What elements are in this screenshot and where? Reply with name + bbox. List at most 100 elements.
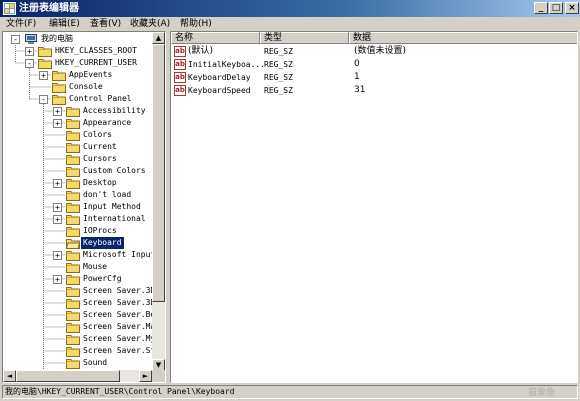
expand-icon[interactable]: + <box>53 251 62 260</box>
menu-favorites[interactable]: 收藏夹(A) <box>130 17 170 31</box>
value-name: InitialKeyboa... <box>188 60 266 69</box>
scroll-corner <box>152 370 165 382</box>
collapse-icon[interactable]: - <box>25 59 34 68</box>
folder-icon <box>66 346 80 357</box>
tree-item[interactable]: - Control Panel <box>3 93 153 105</box>
menu-edit[interactable]: 编辑(E) <box>49 17 80 31</box>
scroll-left-arrow[interactable]: ◄ <box>3 370 16 382</box>
column-type[interactable]: 类型 <box>260 32 349 44</box>
collapse-icon[interactable]: - <box>11 35 20 44</box>
tree-item[interactable]: Custom Colors <box>3 165 153 177</box>
string-value-icon: ab <box>174 85 186 96</box>
menu-view[interactable]: 查看(V) <box>90 17 121 31</box>
column-name[interactable]: 名称 <box>171 32 260 44</box>
tree-item[interactable]: + Desktop <box>3 177 153 189</box>
status-path: 我的电脑\HKEY_CURRENT_USER\Control Panel\Key… <box>5 387 235 396</box>
tree-vertical-scrollbar[interactable]: ▲ ▼ <box>152 32 165 371</box>
expand-icon[interactable]: + <box>39 71 48 80</box>
tree-item[interactable]: + PowerCfg <box>3 273 153 285</box>
tree-item[interactable]: Cursors <box>3 153 153 165</box>
tree-item[interactable]: Screen Saver.Mar <box>3 321 160 333</box>
tree-item-label: Screen Saver.Bez <box>83 310 161 319</box>
expand-icon[interactable]: + <box>53 119 62 128</box>
tree-item[interactable]: Screen Saver.Mys <box>3 333 160 345</box>
horizontal-scroll-thumb[interactable] <box>16 370 120 382</box>
folder-icon <box>66 310 80 321</box>
value-data: 31 <box>354 85 366 95</box>
string-value-icon: ab <box>174 59 186 70</box>
scroll-up-arrow[interactable]: ▲ <box>152 32 165 44</box>
list-item[interactable]: ab KeyboardSpeed REG_SZ 31 <box>171 84 571 97</box>
expand-icon[interactable]: + <box>53 215 62 224</box>
tree-item-label: Custom Colors <box>83 166 146 175</box>
folder-icon <box>38 46 52 57</box>
tree-item[interactable]: Screen Saver.3DF <box>3 285 160 297</box>
folder-icon <box>52 82 66 93</box>
tree-item[interactable]: don't load <box>3 189 153 201</box>
tree-item-label: Desktop <box>83 178 117 187</box>
tree-item[interactable]: Console <box>3 81 153 93</box>
tree-item[interactable]: + Input Method <box>3 201 153 213</box>
list-item[interactable]: ab (默认) REG_SZ (数值未设置) <box>171 45 571 58</box>
tree-item[interactable]: + Microsoft Input <box>3 249 155 261</box>
tree-item-label: don't load <box>83 190 132 199</box>
tree-item-label: PowerCfg <box>83 274 122 283</box>
tree-item[interactable]: + Appearance <box>3 117 153 129</box>
tree-item-label: 我的电脑 <box>41 34 73 43</box>
folder-icon <box>66 298 80 309</box>
tree-item[interactable]: Keyboard <box>3 237 153 249</box>
tree-item-label: Sound <box>83 358 108 367</box>
watermark: 猫爱鱼 <box>527 388 555 398</box>
tree-item[interactable]: Screen Saver.Bez <box>3 309 160 321</box>
tree-item[interactable]: Screen Saver.Sta <box>3 345 160 357</box>
tree-item[interactable]: IOProcs <box>3 225 153 237</box>
status-bar: 我的电脑\HKEY_CURRENT_USER\Control Panel\Key… <box>2 385 578 399</box>
expand-icon[interactable]: + <box>25 47 34 56</box>
folder-icon <box>66 166 80 177</box>
tree-horizontal-scrollbar[interactable]: ◄ ► <box>3 370 152 382</box>
tree-item[interactable]: + Accessibility <box>3 105 153 117</box>
tree-item-label: Screen Saver.Mys <box>83 334 161 343</box>
title-bar: 注册表编辑器 _ □ × <box>0 0 580 17</box>
tree-item[interactable]: + HKEY_CLASSES_ROOT <box>3 45 153 57</box>
tree-item-label: Mouse <box>83 262 108 271</box>
folder-icon <box>66 142 80 153</box>
registry-tree[interactable]: - 我的电脑 + HKEY_CLASSES_ROOT - HKEY_CURRENT_USE… <box>2 31 166 383</box>
tree-item[interactable]: - 我的电脑 <box>3 33 153 45</box>
value-type: REG_SZ <box>264 86 293 95</box>
expand-icon[interactable]: + <box>53 179 62 188</box>
minimize-button[interactable]: _ <box>534 2 548 14</box>
expand-icon[interactable]: + <box>53 203 62 212</box>
tree-item[interactable]: - HKEY_CURRENT_USER <box>3 57 153 69</box>
tree-item-label: Control Panel <box>69 94 132 103</box>
tree-item[interactable]: Screen Saver.3DP <box>3 297 160 309</box>
tree-item[interactable]: Colors <box>3 129 153 141</box>
tree-item-label: Microsoft Input <box>83 250 156 259</box>
expand-icon[interactable]: + <box>53 275 62 284</box>
tree-item[interactable]: Current <box>3 141 153 153</box>
maximize-button[interactable]: □ <box>549 2 563 14</box>
values-list[interactable]: 名称 类型 数据 ab (默认) REG_SZ (数值未设置) ab InitialKey… <box>170 31 578 383</box>
collapse-icon[interactable]: - <box>39 95 48 104</box>
tree-item-label: Cursors <box>83 154 117 163</box>
list-item[interactable]: ab InitialKeyboa... REG_SZ 0 <box>171 58 571 71</box>
folder-icon <box>66 154 80 165</box>
expand-icon[interactable]: + <box>53 107 62 116</box>
folder-icon <box>38 58 52 69</box>
column-data[interactable]: 数据 <box>349 32 577 44</box>
vertical-scroll-thumb[interactable] <box>152 44 165 302</box>
string-value-icon: ab <box>174 46 186 57</box>
menu-file[interactable]: 文件(F) <box>6 17 36 31</box>
tree-item[interactable]: Mouse <box>3 261 153 273</box>
tree-item[interactable]: + AppEvents <box>3 69 153 81</box>
tree-item[interactable]: + International <box>3 213 153 225</box>
tree-item[interactable]: Sound <box>3 357 153 369</box>
menu-help[interactable]: 帮助(H) <box>180 17 212 31</box>
close-button[interactable]: × <box>565 2 579 14</box>
value-type: REG_SZ <box>264 60 293 69</box>
folder-icon <box>52 94 66 105</box>
scroll-right-arrow[interactable]: ► <box>139 370 152 382</box>
tree-item-label: Screen Saver.3DF <box>83 286 161 295</box>
list-item[interactable]: ab KeyboardDelay REG_SZ 1 <box>171 71 571 84</box>
folder-icon <box>66 202 80 213</box>
